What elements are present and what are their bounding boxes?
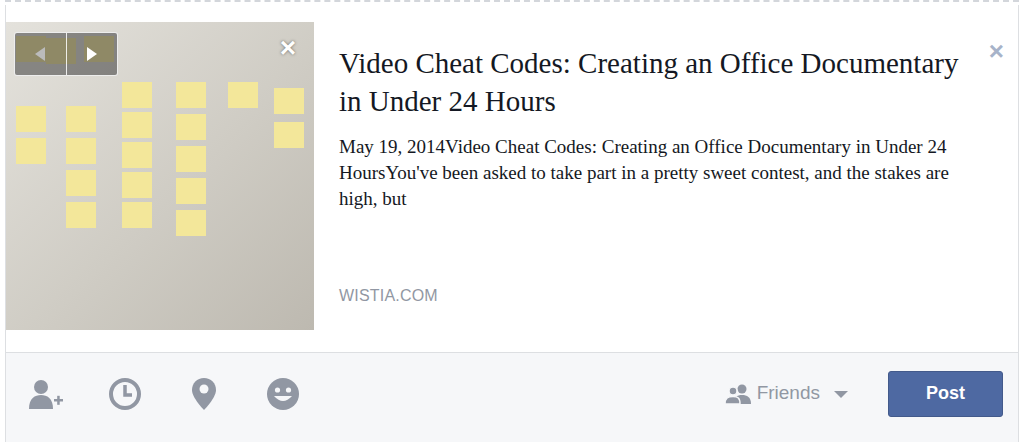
- preview-domain: WISTIA.COM: [339, 284, 962, 308]
- next-image-button[interactable]: [66, 33, 118, 75]
- left-arrow-icon: [34, 47, 46, 61]
- friends-icon: [725, 384, 751, 404]
- right-arrow-icon: [86, 47, 98, 61]
- remove-image-button[interactable]: ×: [280, 34, 296, 62]
- preview-text: Video Cheat Codes: Creating an Office Do…: [314, 22, 1018, 330]
- preview-title[interactable]: Video Cheat Codes: Creating an Office Do…: [339, 44, 962, 120]
- preview-description[interactable]: May 19, 2014Video Cheat Codes: Creating …: [339, 134, 962, 212]
- composer-toolbar: Friends Post: [6, 352, 1018, 442]
- dropdown-caret-icon: [834, 389, 848, 399]
- remove-preview-button[interactable]: ×: [989, 38, 1004, 64]
- smiley-icon: [266, 377, 300, 411]
- add-person-icon: [29, 378, 63, 410]
- add-feeling-button[interactable]: [261, 372, 305, 416]
- post-button[interactable]: Post: [888, 371, 1003, 417]
- location-pin-icon: [191, 377, 217, 411]
- clock-icon: [108, 377, 142, 411]
- link-preview[interactable]: × Video Cheat Codes: Creating an Office …: [6, 22, 1018, 330]
- add-date-button[interactable]: [103, 372, 147, 416]
- preview-photo: ×: [6, 22, 314, 330]
- add-location-button[interactable]: [182, 372, 226, 416]
- previous-image-button[interactable]: [15, 33, 66, 75]
- audience-label[interactable]: Friends: [757, 379, 820, 408]
- audience-selector[interactable]: Friends: [725, 379, 848, 408]
- composer: × Video Cheat Codes: Creating an Office …: [5, 5, 1019, 442]
- tag-friends-button[interactable]: [24, 372, 68, 416]
- carousel-controls: [14, 32, 118, 76]
